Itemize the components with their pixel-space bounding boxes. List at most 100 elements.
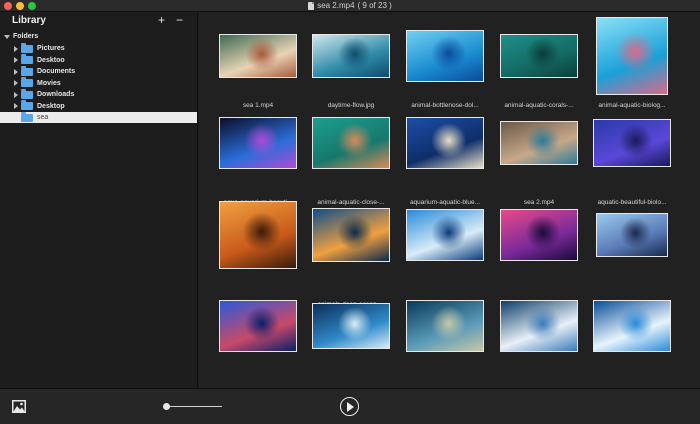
thumbnail[interactable] [406, 117, 484, 169]
sidebar-item-label: Pictures [37, 45, 65, 52]
thumbnail[interactable] [593, 300, 671, 352]
grid-item[interactable] [406, 30, 484, 82]
grid-item[interactable] [596, 213, 668, 257]
thumbnail-caption: animal-aquatic-biolog... [598, 102, 666, 109]
thumbnail[interactable] [312, 34, 390, 78]
library-title: Library [12, 15, 46, 26]
folder-icon [21, 42, 33, 53]
folder-icon [21, 111, 33, 122]
window-title: sea 2.mp4 ( 9 of 23 ) [308, 1, 392, 10]
disclosure-closed-icon [14, 80, 18, 86]
grid-item[interactable] [406, 209, 484, 261]
grid-item[interactable] [219, 201, 297, 269]
thumbnail[interactable] [593, 119, 671, 167]
zoom-slider-track[interactable] [164, 406, 222, 407]
grid-item[interactable] [312, 34, 390, 78]
grid-item[interactable] [593, 300, 671, 352]
sidebar-item-movies[interactable]: Movies [0, 77, 197, 89]
sidebar-item-label: Documents [37, 68, 76, 75]
thumbnail[interactable] [406, 30, 484, 82]
bottom-toolbar [0, 388, 700, 424]
grid-item[interactable] [500, 121, 578, 165]
thumbnail-caption: sea 1.mp4 [242, 102, 274, 109]
close-window-button[interactable] [4, 2, 12, 10]
folder-icon [21, 54, 33, 64]
disclosure-closed-icon [14, 103, 18, 109]
grid-item[interactable] [219, 34, 297, 78]
thumbnail[interactable] [219, 300, 297, 352]
disclosure-open-icon [4, 34, 10, 39]
thumbnail[interactable] [406, 209, 484, 261]
thumbnail[interactable] [596, 17, 668, 95]
grid-item[interactable] [406, 117, 484, 169]
sidebar-item-desktoo[interactable]: Desktoo [0, 54, 197, 66]
grid-item[interactable] [406, 300, 484, 352]
thumbnail-caption: daytime-flow.jpg [327, 102, 375, 109]
zoom-window-button[interactable] [28, 2, 36, 10]
sidebar-item-downloads[interactable]: Downloads [0, 88, 197, 100]
disclosure-closed-icon [14, 45, 18, 52]
sidebar-item-documents[interactable]: Documents [0, 65, 197, 77]
thumbnail[interactable] [219, 201, 297, 269]
thumbnail-caption: animal-bottlenose-dol... [411, 102, 479, 109]
play-icon [347, 401, 354, 412]
media-grid: sea 1.mp4 daytime-flow.jpg animal-bottleno… [199, 13, 700, 388]
thumbnail[interactable] [596, 213, 668, 257]
grid-item[interactable] [219, 117, 297, 169]
thumbnail[interactable] [500, 121, 578, 165]
grid-item[interactable] [219, 300, 297, 352]
thumbnail[interactable] [312, 208, 390, 262]
thumbnail[interactable] [219, 117, 297, 169]
grid-item[interactable] [596, 17, 668, 95]
grid-item[interactable] [500, 34, 578, 78]
sidebar-item-label: Movies [37, 79, 61, 87]
window-title-filename: sea 2.mp4 [317, 1, 355, 10]
grid-item[interactable] [500, 209, 578, 261]
folders-root[interactable]: Folders [4, 33, 38, 40]
grid-item[interactable] [312, 117, 390, 169]
thumbnail[interactable] [219, 34, 297, 78]
thumbnail[interactable] [500, 34, 578, 78]
sidebar-item-label: Desktoo [37, 56, 65, 64]
grid-item[interactable] [312, 303, 390, 349]
play-button[interactable] [340, 397, 359, 416]
grid-item[interactable] [500, 300, 578, 352]
folder-icon [21, 88, 33, 99]
thumbnail-caption: animal-aquatic-corals-... [504, 102, 574, 109]
thumbnail[interactable] [312, 303, 390, 349]
thumbnail[interactable] [312, 117, 390, 169]
folder-icon [21, 65, 33, 76]
document-icon [308, 1, 315, 10]
disclosure-closed-icon [14, 91, 18, 98]
thumbnail-caption: sea 2.mp4 [523, 199, 555, 206]
folders-root-label: Folders [13, 33, 39, 40]
disclosure-closed-icon [14, 68, 18, 75]
zoom-slider-knob[interactable] [163, 403, 171, 410]
sidebar-item-label: sea [37, 114, 49, 121]
window-title-position: ( 9 of 23 ) [357, 1, 392, 10]
sidebar-item-label: Desktop [37, 102, 65, 110]
title-bar: sea 2.mp4 ( 9 of 23 ) [0, 0, 700, 12]
thumbnail-caption: animal-aquatic-close-... [317, 199, 385, 206]
window-controls [4, 2, 36, 10]
disclosure-closed-icon [14, 57, 18, 63]
sidebar-item-sea[interactable]: sea [0, 111, 197, 123]
sidebar: Library + − Folders Pictures Desktoo Docum… [0, 13, 198, 388]
sidebar-item-desktop[interactable]: Desktop [0, 100, 197, 112]
grid-item[interactable] [312, 208, 390, 262]
sidebar-item-pictures[interactable]: Pictures [0, 42, 197, 54]
thumbnail-caption: aquarium-aquatic-blue... [409, 199, 481, 206]
sidebar-item-label: Downloads [37, 91, 75, 98]
remove-folder-button[interactable]: − [176, 13, 183, 27]
image-icon[interactable] [12, 400, 26, 413]
thumbnail[interactable] [500, 209, 578, 261]
add-folder-button[interactable]: + [158, 13, 165, 27]
thumbnail[interactable] [500, 300, 578, 352]
folder-icon [21, 100, 33, 110]
thumbnail-caption: aquatic-beautiful-biolo... [597, 199, 667, 206]
folder-icon [21, 77, 33, 87]
thumbnail[interactable] [406, 300, 484, 352]
grid-item[interactable] [593, 119, 671, 167]
app-window: sea 2.mp4 ( 9 of 23 ) Library + − Folder… [0, 0, 700, 424]
minimize-window-button[interactable] [16, 2, 24, 10]
